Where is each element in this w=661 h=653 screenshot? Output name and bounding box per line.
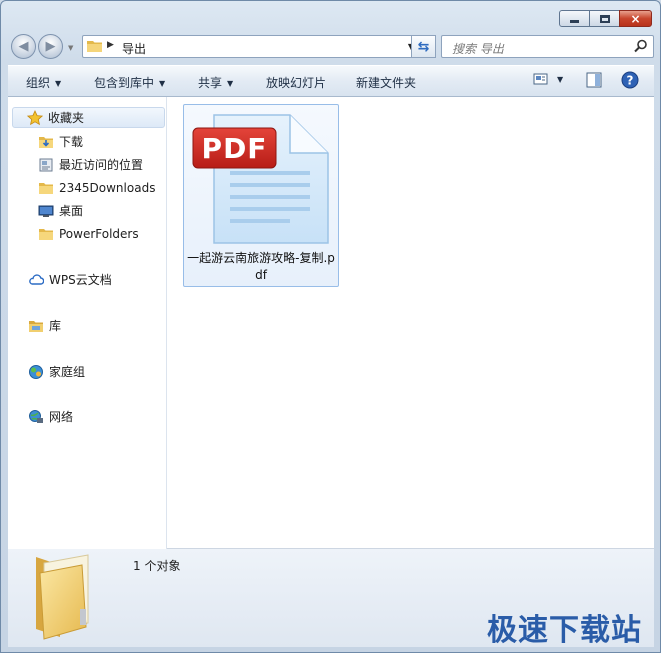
nav-item-label: 2345Downloads: [59, 180, 156, 195]
nav-item-label: PowerFolders: [59, 226, 139, 241]
nav-wps-cloud-label: WPS云文档: [49, 273, 112, 287]
share-label: 共享: [198, 76, 223, 90]
desktop-icon: [38, 203, 54, 219]
chevron-down-icon: ▼: [159, 79, 166, 88]
organize-menu[interactable]: 组织 ▼: [26, 74, 61, 91]
help-icon[interactable]: ?: [621, 71, 639, 89]
search-placeholder: 搜索 导出: [452, 42, 504, 56]
share-menu[interactable]: 共享 ▼: [198, 74, 233, 91]
nav-homegroup-label: 家庭组: [49, 365, 86, 379]
nav-item-label: 最近访问的位置: [59, 158, 144, 172]
explorer-window: × ◀ ▶ ▼ ▶ 导出 ▼ ⇆ 搜索 导出 组织 ▼ 包含到库中 ▼ 共享 ▼: [0, 0, 661, 653]
preview-pane-icon[interactable]: [586, 72, 602, 88]
large-folder-icon: [36, 554, 89, 640]
nav-homegroup[interactable]: 家庭组: [28, 361, 85, 382]
recent-places-icon: [38, 157, 54, 173]
maximize-button[interactable]: [589, 10, 620, 27]
nav-item-desktop[interactable]: 桌面: [38, 200, 83, 221]
slideshow-label: 放映幻灯片: [266, 76, 327, 90]
nav-item-downloads[interactable]: 下载: [38, 131, 83, 152]
include-in-library-menu[interactable]: 包含到库中 ▼: [94, 74, 165, 91]
pdf-badge-text: PDF: [201, 131, 268, 165]
nav-item-2345downloads[interactable]: 2345Downloads: [38, 177, 155, 198]
chevron-down-icon: ▼: [55, 79, 62, 88]
slideshow-button[interactable]: 放映幻灯片: [266, 74, 326, 91]
maximize-icon: [599, 14, 610, 23]
folder-icon: [38, 180, 54, 196]
navigation-pane: 收藏夹 下载 最近访问的位置 2345Downloads 桌面 PowerFol…: [8, 97, 167, 549]
nav-favorites-label: 收藏夹: [48, 111, 85, 125]
watermark-text: 极速下载站: [487, 613, 642, 648]
include-in-library-label: 包含到库中: [94, 76, 155, 90]
download-folder-icon: [38, 134, 54, 150]
nav-item-recent-places[interactable]: 最近访问的位置: [38, 154, 143, 175]
search-box[interactable]: 搜索 导出: [441, 35, 654, 58]
refresh-icon: ⇆: [417, 38, 430, 55]
refresh-button[interactable]: ⇆: [411, 35, 436, 58]
nav-favorites[interactable]: 收藏夹: [12, 107, 165, 128]
nav-libraries-label: 库: [49, 319, 62, 333]
network-icon: [28, 409, 44, 425]
breadcrumb-arrow-icon[interactable]: ▶: [107, 40, 114, 50]
view-options-icon[interactable]: [533, 72, 549, 86]
details-pane: 1 个对象 极速下载站: [8, 549, 654, 648]
svg-text:?: ?: [627, 74, 634, 88]
back-button[interactable]: ◀: [11, 34, 36, 59]
nav-item-label: 桌面: [59, 204, 84, 218]
folder-icon: [87, 41, 102, 52]
navigation-bar: ◀ ▶ ▼ ▶ 导出 ▼ ⇆ 搜索 导出: [11, 34, 654, 60]
caption-buttons: ×: [559, 10, 652, 27]
star-icon: [27, 109, 43, 126]
new-folder-button[interactable]: 新建文件夹: [356, 74, 416, 91]
chevron-down-icon: ▼: [227, 79, 234, 88]
view-dropdown-icon[interactable]: ▼: [557, 75, 563, 84]
nav-network[interactable]: 网络: [28, 406, 73, 427]
nav-wps-cloud[interactable]: WPS云文档: [28, 269, 112, 290]
command-bar: 组织 ▼ 包含到库中 ▼ 共享 ▼ 放映幻灯片 新建文件夹 ▼ ?: [8, 65, 654, 97]
file-item[interactable]: PDF 一起游云南旅游攻略-复制.pdf: [183, 104, 339, 287]
recent-pages-dropdown[interactable]: ▼: [68, 44, 73, 52]
nav-libraries[interactable]: 库: [28, 315, 61, 336]
organize-label: 组织: [26, 76, 51, 90]
minimize-button[interactable]: [559, 10, 590, 27]
search-icon[interactable]: [634, 39, 648, 53]
minimize-icon: [570, 20, 579, 23]
content-area: 收藏夹 下载 最近访问的位置 2345Downloads 桌面 PowerFol…: [8, 97, 654, 549]
cloud-icon: [28, 272, 44, 288]
breadcrumb-current[interactable]: 导出: [122, 40, 146, 57]
back-arrow-icon: ◀: [18, 39, 29, 54]
close-icon: ×: [630, 11, 641, 26]
forward-button[interactable]: ▶: [38, 34, 63, 59]
library-icon: [28, 318, 44, 334]
close-button[interactable]: ×: [619, 10, 652, 27]
item-count: 1 个对象: [133, 559, 181, 573]
file-name: 一起游云南旅游攻略-复制.pdf: [187, 251, 335, 282]
new-folder-label: 新建文件夹: [356, 76, 417, 90]
homegroup-icon: [28, 364, 44, 380]
forward-arrow-icon: ▶: [45, 39, 56, 54]
address-bar[interactable]: ▶ 导出 ▼: [82, 35, 419, 58]
nav-item-powerfolders[interactable]: PowerFolders: [38, 223, 139, 244]
folder-icon: [38, 226, 54, 242]
nav-item-label: 下载: [59, 135, 84, 149]
nav-network-label: 网络: [49, 410, 74, 424]
